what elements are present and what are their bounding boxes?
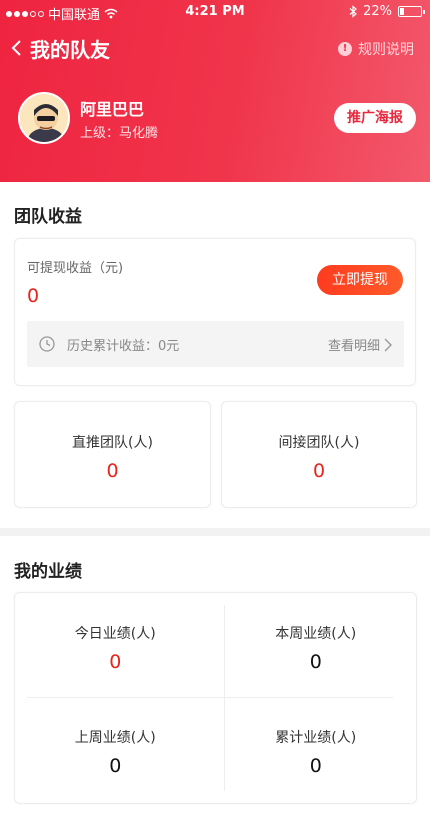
withdraw-button[interactable]: 立即提现 — [317, 265, 403, 295]
history-earnings-text: 历史累计收益：0元 — [67, 339, 180, 354]
rules-link[interactable]: ! 规则说明 — [338, 39, 414, 59]
clock-icon — [39, 336, 55, 352]
avatar[interactable] — [18, 92, 70, 144]
superior-label: 上级：马化腾 — [80, 126, 159, 141]
today-performance: 今日业绩(人) 0 — [15, 593, 216, 685]
promo-poster-button[interactable]: 推广海报 — [334, 103, 416, 133]
total-performance: 累计业绩(人) 0 — [216, 697, 417, 789]
rules-label: 规则说明 — [358, 42, 414, 58]
view-details-link[interactable]: 查看明细 — [328, 335, 392, 354]
status-right: 22% — [349, 4, 425, 19]
total-performance-label: 累计业绩(人) — [275, 730, 357, 746]
battery-icon — [398, 6, 425, 17]
week-performance-label: 本周业绩(人) — [275, 626, 357, 642]
header: 中国联通 4:21 PM 22% 我的队友 ! 规则说明 阿里巴巴 上级：马化腾… — [0, 0, 430, 182]
back-chevron-icon[interactable] — [10, 38, 24, 58]
section-divider — [0, 528, 430, 536]
navbar: 我的队友 ! 规则说明 — [0, 30, 430, 66]
team-earnings-title: 团队收益 — [14, 207, 82, 227]
bluetooth-icon — [349, 5, 358, 18]
direct-team-label: 直推团队(人) — [72, 435, 153, 451]
last-week-performance-value: 0 — [109, 755, 122, 777]
withdrawable-amount: 0 — [27, 285, 40, 307]
today-performance-value: 0 — [109, 651, 122, 673]
indirect-team-card[interactable]: 间接团队(人) 0 — [221, 401, 417, 508]
page-title: 我的队友 — [30, 38, 110, 62]
indirect-team-value: 0 — [312, 460, 326, 482]
performance-card: 今日业绩(人) 0 本周业绩(人) 0 上周业绩(人) 0 累计业绩(人) 0 — [14, 592, 417, 804]
avatar-image — [20, 94, 68, 142]
chevron-right-icon — [384, 338, 392, 351]
user-name: 阿里巴巴 — [80, 100, 145, 119]
earnings-card: 可提现收益（元) 0 立即提现 历史累计收益：0元 查看明细 — [14, 238, 416, 386]
battery-percent: 22% — [363, 4, 392, 19]
total-performance-value: 0 — [309, 755, 322, 777]
status-bar: 中国联通 4:21 PM 22% — [0, 0, 430, 24]
last-week-performance-label: 上周业绩(人) — [74, 730, 156, 746]
direct-team-value: 0 — [106, 460, 119, 482]
info-icon: ! — [338, 42, 352, 56]
view-details-label: 查看明细 — [327, 339, 380, 354]
withdrawable-label: 可提现收益（元) — [27, 261, 124, 276]
week-performance: 本周业绩(人) 0 — [216, 593, 417, 685]
week-performance-value: 0 — [309, 651, 322, 673]
indirect-team-label: 间接团队(人) — [278, 435, 360, 451]
last-week-performance: 上周业绩(人) 0 — [15, 697, 216, 789]
history-earnings-row[interactable]: 历史累计收益：0元 查看明细 — [27, 321, 404, 367]
direct-team-card[interactable]: 直推团队(人) 0 — [14, 401, 211, 508]
performance-title: 我的业绩 — [14, 562, 82, 582]
today-performance-label: 今日业绩(人) — [74, 626, 156, 642]
